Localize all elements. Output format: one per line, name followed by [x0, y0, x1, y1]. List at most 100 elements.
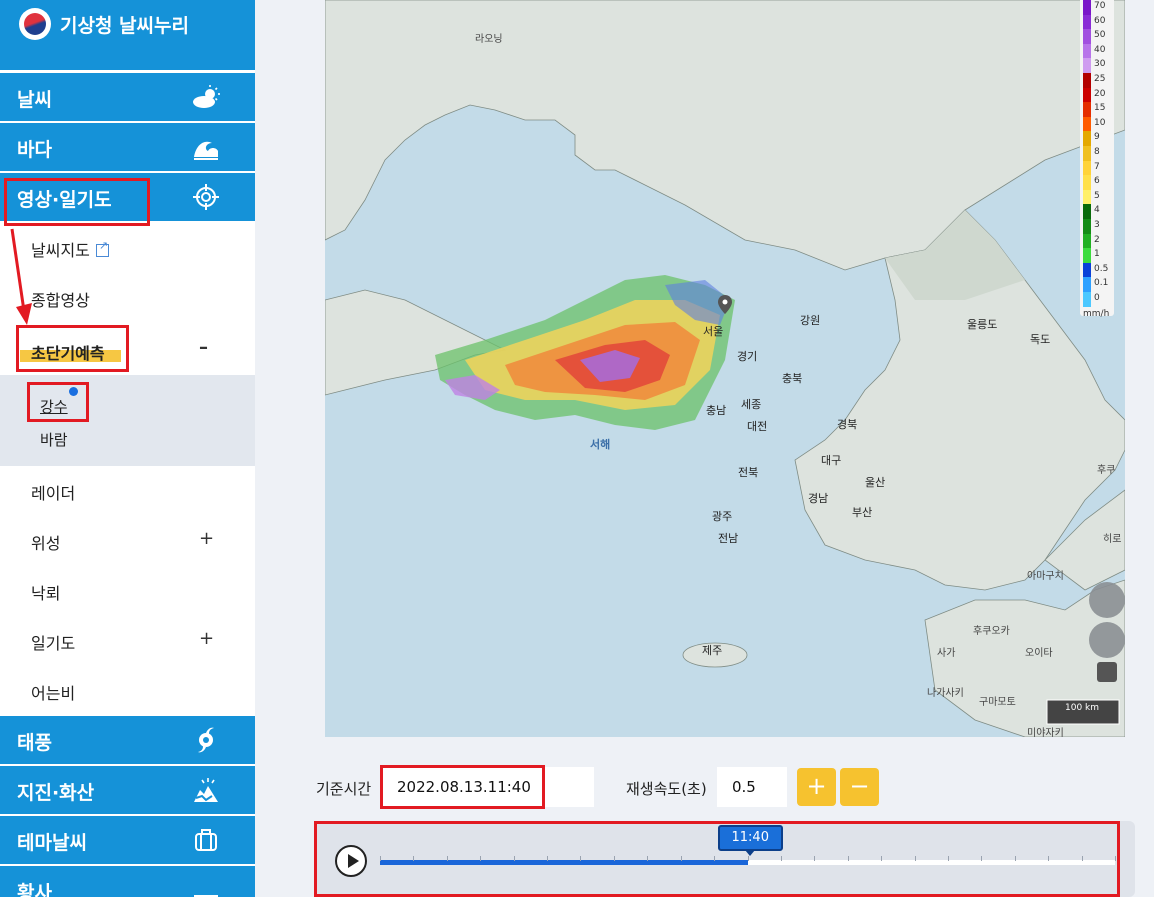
category-label: 황사 [17, 882, 52, 897]
legend-swatch [1083, 58, 1091, 73]
speed-field[interactable]: 0.5 [717, 767, 787, 807]
legend-tick: 15 [1094, 103, 1106, 114]
map-label: 히로 [1103, 534, 1122, 545]
submenu-lightning[interactable]: 낙뢰 [0, 566, 255, 616]
category-earthquake-volcano[interactable]: 지진·화산 [0, 766, 255, 814]
submenu-radar[interactable]: 레이더 [0, 466, 255, 516]
map-label: 울릉도 [967, 318, 998, 331]
weather-icon [193, 85, 220, 108]
subitem-wind[interactable]: 바람 [40, 429, 68, 450]
timeline-track[interactable] [380, 856, 1116, 865]
category-weather[interactable]: 날씨 [0, 73, 255, 121]
map-label: 부산 [852, 506, 873, 519]
map-label: 오이타 [1025, 648, 1053, 659]
legend-swatch [1083, 219, 1091, 234]
category-yellow-dust[interactable]: 황사 [0, 866, 255, 897]
legend-tick: 5 [1094, 190, 1100, 201]
subitem-precipitation[interactable]: 강수 [40, 396, 68, 417]
submenu-satellite[interactable]: 위성 + [0, 516, 255, 566]
map-label: 광주 [712, 510, 733, 523]
submenu-weather-chart[interactable]: 일기도 + [0, 616, 255, 666]
timeline-tick [413, 856, 415, 861]
timeline-tick [947, 856, 949, 861]
map-label: 전남 [718, 532, 739, 545]
legend-tick: 8 [1094, 147, 1100, 157]
legend-swatch [1083, 262, 1091, 278]
submenu-label: 초단기예측 [31, 344, 105, 363]
expand-toggle[interactable]: + [199, 528, 214, 549]
speed-label: 재생속도(초) [626, 780, 707, 798]
category-sea[interactable]: 바다 [0, 123, 255, 171]
legend-tick: 7 [1094, 161, 1100, 172]
map-label: 서울 [703, 325, 724, 338]
legend-swatch [1083, 160, 1091, 176]
map-label: 서해 [590, 438, 611, 451]
map-label: 제주 [702, 644, 723, 657]
map-label: 구마모토 [979, 697, 1016, 708]
timeline-tick [780, 856, 782, 861]
map-label: 경북 [837, 418, 858, 431]
wave-icon [194, 141, 218, 160]
legend-swatch [1083, 73, 1091, 88]
map-label: 강원 [800, 314, 821, 327]
submenu-label: 일기도 [31, 634, 76, 653]
map-label: 대전 [747, 420, 768, 433]
collapse-toggle[interactable]: – [199, 337, 208, 358]
earthquake-icon [194, 778, 218, 802]
category-label: 테마날씨 [17, 832, 87, 854]
timeline-tick [1115, 856, 1116, 861]
legend-swatch [1083, 43, 1091, 59]
play-button[interactable] [335, 845, 367, 877]
map-label: 울산 [865, 476, 886, 489]
map-label: 세종 [741, 398, 762, 411]
legend-swatch [1083, 29, 1091, 44]
timeline-tick [1014, 856, 1016, 861]
timeline-tick [981, 856, 983, 861]
timeline-tick [881, 856, 883, 861]
weather-map[interactable]: 라오닝 서해 강원 경기 충북 충남 세종 대전 경북 대구 울산 전북 경남 … [325, 0, 1125, 737]
base-time-value: 2022.08.13.11:40 [397, 778, 531, 796]
legend-swatch [1083, 102, 1091, 117]
expand-toggle[interactable]: + [199, 628, 214, 649]
current-time-tag: 11:40 [717, 825, 783, 856]
timeline-panel: 11:40 [315, 821, 1135, 897]
map-label: 경남 [808, 492, 829, 505]
map-label: 충남 [706, 404, 727, 417]
timeline-tick [480, 856, 482, 861]
map-label: 독도 [1030, 333, 1051, 346]
legend-tick: 0.5 [1094, 263, 1109, 274]
map-label: 전북 [738, 466, 759, 479]
map-label: 사가 [937, 648, 956, 659]
legend-tick: 40 [1094, 44, 1106, 55]
timeline-tick [647, 856, 649, 861]
submenu-freezing-rain[interactable]: 어는비 [0, 666, 255, 716]
timeline-tick [613, 856, 615, 861]
speed-increase-button[interactable]: + [797, 768, 836, 806]
timeline-tick [714, 856, 716, 861]
scale-label: 100 km [1065, 703, 1100, 713]
legend-swatch [1083, 14, 1091, 30]
timeline-tick [547, 856, 549, 861]
suitcase-icon [195, 829, 217, 851]
base-time-label: 기준시간 [316, 780, 372, 798]
timeline-tick [914, 856, 916, 861]
category-label: 영상·일기도 [17, 189, 112, 211]
legend-tick: 70 [1094, 1, 1106, 11]
legend-tick: 1 [1094, 249, 1100, 260]
submenu-label: 레이더 [31, 484, 76, 503]
speed-decrease-button[interactable]: − [840, 768, 879, 806]
category-imagery-charts[interactable]: 영상·일기도 [0, 173, 255, 221]
speed-value: 0.5 [732, 778, 756, 796]
base-time-field[interactable]: 2022.08.13.11:40 [382, 767, 594, 807]
timeline-tick [1048, 856, 1050, 861]
timeline-progress [380, 860, 748, 865]
category-theme-weather[interactable]: 테마날씨 [0, 816, 255, 864]
submenu-label: 낙뢰 [31, 584, 61, 603]
category-typhoon[interactable]: 태풍 [0, 716, 255, 764]
site-logo[interactable]: 기상청 날씨누리 [0, 0, 255, 70]
rain-rate-legend: 70 60 50 40 30 25 20 15 10 9 8 7 6 5 4 3 2 1 0.5 0.1 0 mm/h [1080, 0, 1114, 319]
legend-tick: 10 [1094, 117, 1106, 128]
legend-swatch [1083, 204, 1091, 219]
dust-icon [194, 895, 218, 897]
category-label: 태풍 [17, 732, 52, 754]
